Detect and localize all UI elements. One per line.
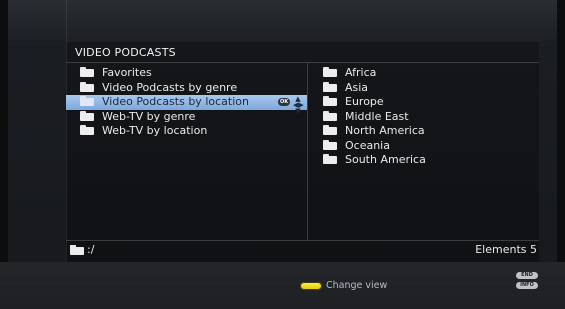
list-item-africa[interactable]: Africa (317, 66, 537, 81)
folder-icon (323, 110, 337, 121)
yellow-button-icon[interactable] (300, 282, 322, 290)
list-item-label: Favorites (102, 66, 152, 79)
folder-icon (323, 125, 337, 135)
list-item-middle-east[interactable]: Middle East (317, 110, 537, 125)
list-item-label: Asia (345, 80, 369, 94)
folder-icon (323, 154, 337, 164)
location-list: Africa Asia Europe Middle East North Ame… (317, 66, 537, 168)
top-band (0, 0, 565, 42)
info-button-icon[interactable]: INFO (516, 282, 538, 289)
list-item-label: Web-TV by location (102, 124, 208, 137)
end-button-icon[interactable]: END (516, 272, 538, 279)
list-item-label: Middle East (345, 109, 409, 123)
folder-icon (323, 81, 337, 92)
list-item-web-tv-by-location[interactable]: Web-TV by location (66, 124, 307, 139)
column-divider (307, 63, 308, 240)
folder-icon (323, 67, 337, 77)
list-item-label: South America (345, 153, 426, 166)
page-title: VIDEO PODCASTS (75, 46, 176, 59)
folder-icon (323, 139, 337, 150)
navigation-arrows-icon: ▲ ◀▶ ▼ (293, 95, 304, 115)
folder-icon (70, 245, 84, 255)
title-divider (66, 62, 539, 63)
list-item-asia[interactable]: Asia (317, 81, 537, 96)
folder-icon (80, 96, 94, 106)
list-item-north-america[interactable]: North America (317, 124, 537, 139)
category-list: Favorites Video Podcasts by genre Video … (66, 66, 307, 139)
folder-icon (323, 96, 337, 106)
list-item-label: North America (345, 124, 425, 137)
folder-icon (80, 110, 94, 121)
list-item-europe[interactable]: Europe (317, 95, 537, 110)
list-item-favorites[interactable]: Favorites (66, 66, 307, 81)
list-item-label: Oceania (345, 138, 390, 152)
list-item-label: Europe (345, 95, 384, 108)
list-item-label: Video Podcasts by location (102, 95, 249, 108)
status-divider (66, 240, 539, 241)
list-item-label: Video Podcasts by genre (102, 80, 238, 94)
list-item-label: Web-TV by genre (102, 109, 196, 123)
footer-bar (0, 262, 565, 309)
folder-icon (80, 81, 94, 92)
list-item-oceania[interactable]: Oceania (317, 139, 537, 154)
folder-icon (80, 125, 94, 135)
current-path: :/ (87, 243, 95, 256)
elements-count: Elements 5 (475, 243, 537, 256)
list-item-video-podcasts-by-genre[interactable]: Video Podcasts by genre (66, 81, 307, 96)
list-item-south-america[interactable]: South America (317, 153, 537, 168)
change-view-label: Change view (326, 280, 388, 291)
list-item-video-podcasts-by-location[interactable]: Video Podcasts by location OK ▲ ◀▶ ▼ (66, 95, 307, 115)
list-item-web-tv-by-genre[interactable]: Web-TV by genre (66, 110, 307, 125)
ok-button-icon: OK (278, 98, 290, 106)
folder-icon (80, 67, 94, 77)
list-item-label: Africa (345, 66, 377, 79)
